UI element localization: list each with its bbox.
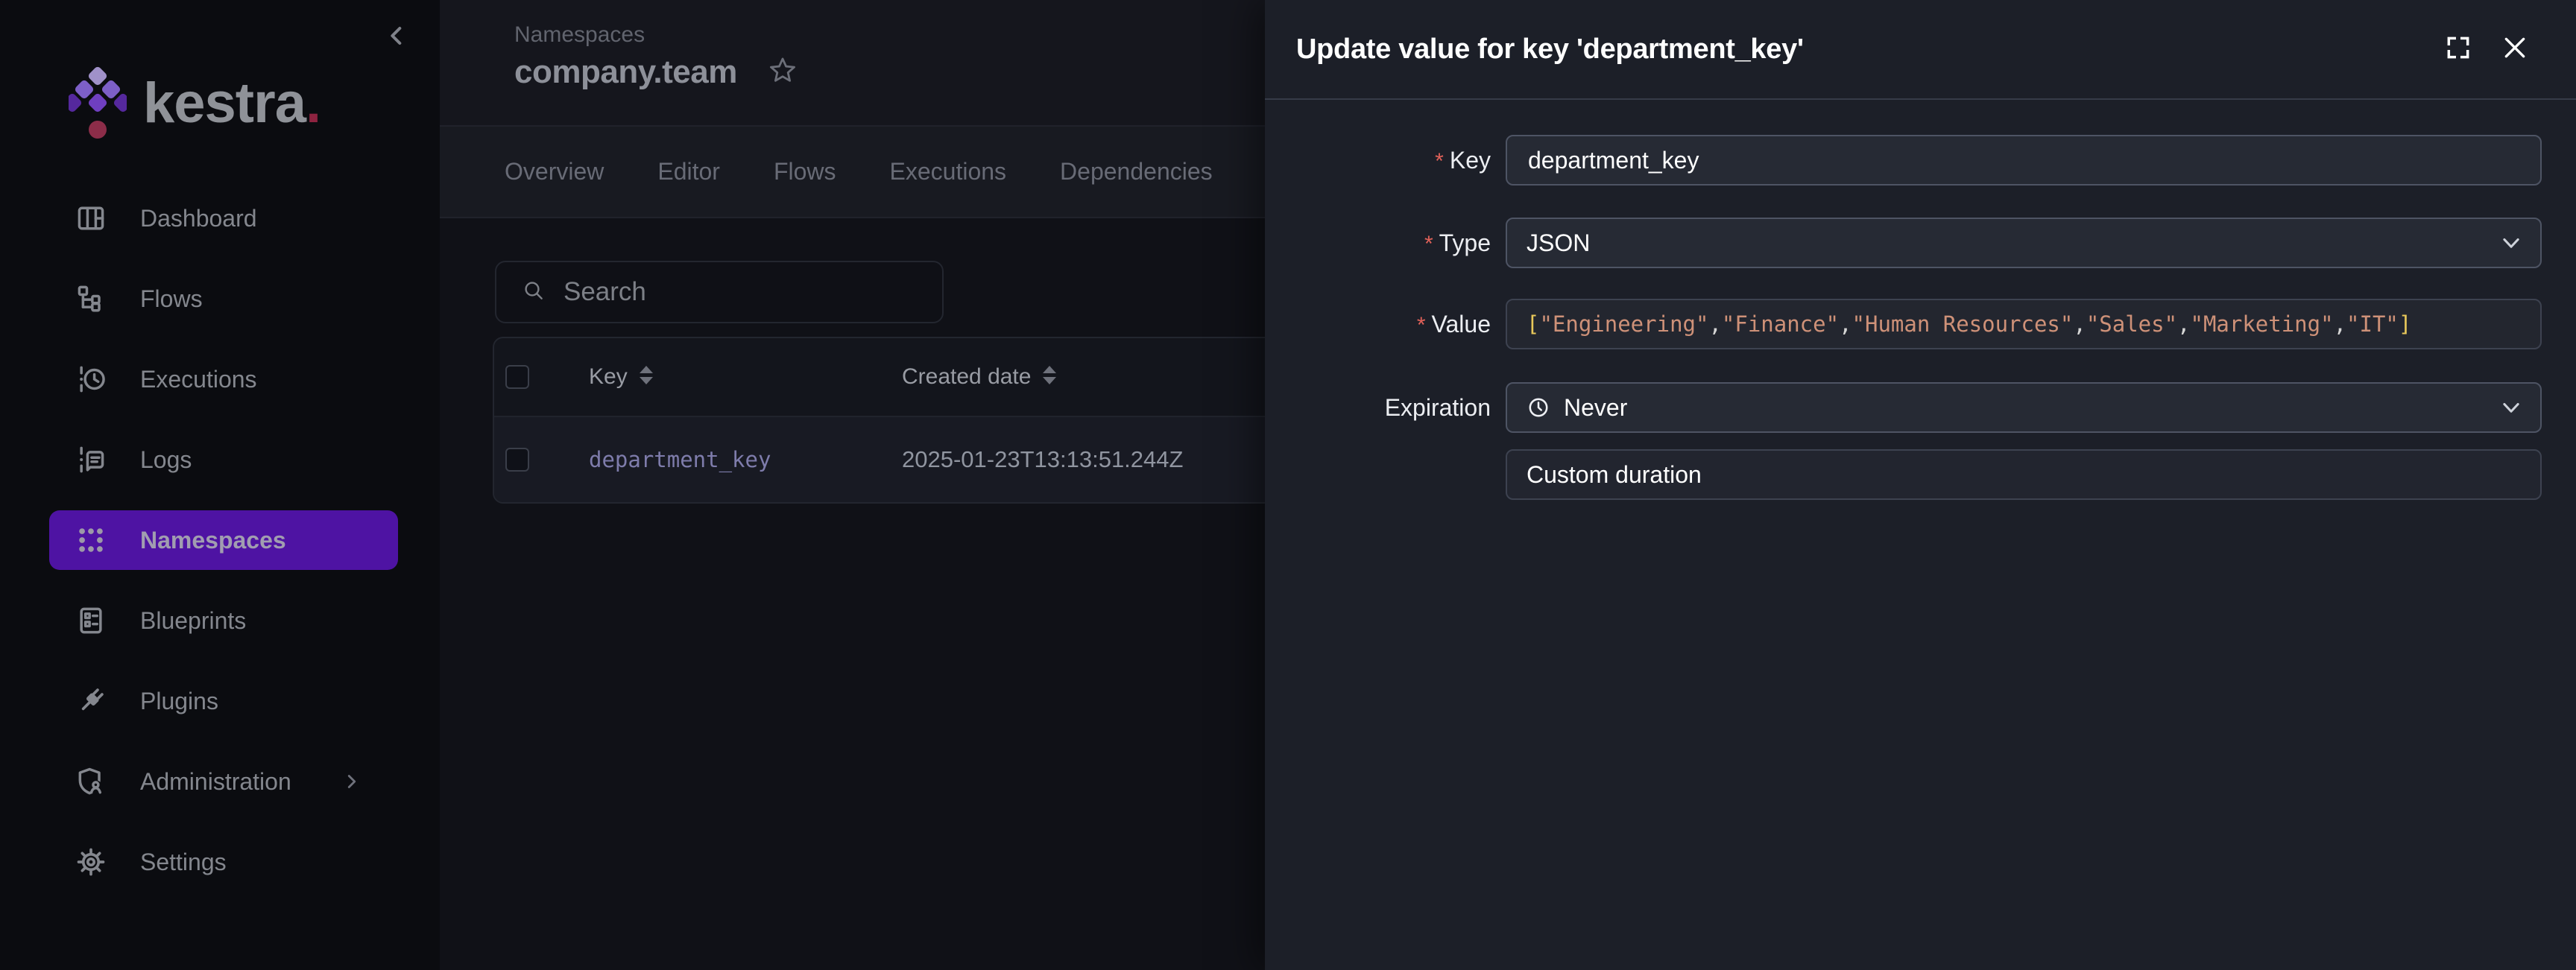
tab-overview[interactable]: Overview [505,158,604,186]
administration-icon [75,765,107,798]
column-header-created-date[interactable]: Created date [902,364,1031,390]
sidebar-item-dashboard[interactable]: Dashboard [49,178,398,259]
sort-icon[interactable] [638,364,654,390]
chevron-down-icon [2498,384,2524,431]
sidebar-item-label: Executions [140,366,257,393]
sidebar-item-logs[interactable]: Logs [49,419,398,500]
update-kv-modal: Update value for key 'department_key' *K… [1265,0,2576,970]
kestra-logo-dot: . [306,75,321,132]
sidebar-item-plugins[interactable]: Plugins [49,661,398,741]
form-row-key: *Key [1265,135,2542,186]
column-header-key[interactable]: Key [589,364,628,390]
namespaces-icon [75,524,107,557]
type-select[interactable]: JSON [1506,218,2542,268]
search-box [495,261,944,323]
kv-key-link[interactable]: department_key [589,447,771,472]
main-content: Namespaces company.team Overview Editor … [440,0,1265,970]
value-field-label: *Value [1265,299,1491,349]
select-all-checkbox[interactable] [505,365,529,389]
sidebar-item-flows[interactable]: Flows [49,259,398,339]
key-field-label: *Key [1265,135,1491,186]
chevron-down-icon [2498,219,2524,267]
kv-table-header: Key Created date [494,338,1265,417]
sidebar-item-label: Namespaces [140,527,286,554]
plugins-icon [75,685,107,717]
value-code-text: ["Engineering","Finance","Human Resource… [1527,311,2411,337]
kv-store-panel: Key Created date depa [440,218,1265,970]
dashboard-icon [75,202,107,235]
expiration-field-label: Expiration [1265,382,1491,433]
fullscreen-button[interactable] [2439,30,2478,69]
chevron-right-icon [341,770,363,793]
clock-icon [1527,396,1550,419]
close-button[interactable] [2496,30,2534,69]
type-select-value: JSON [1527,229,2521,257]
namespace-header: Namespaces company.team [440,0,1265,127]
form-row-type: *Type JSON [1265,218,2542,268]
app-window: kestra. Dashboard Flows [0,0,2576,970]
sidebar-item-label: Administration [140,768,291,796]
breadcrumb: Namespaces [514,22,645,48]
table-row[interactable]: department_key 2025-01-23T13:13:51.244Z [494,417,1265,502]
tab-editor[interactable]: Editor [657,158,720,186]
value-code-input[interactable]: ["Engineering","Finance","Human Resource… [1506,299,2542,349]
namespace-tabbar: Overview Editor Flows Executions Depende… [440,127,1265,218]
expiration-select-value: Never [1564,394,2521,422]
expiration-select[interactable]: Never [1506,382,2542,433]
sidebar-item-label: Flows [140,285,203,313]
form-row-value: *Value ["Engineering","Finance","Human R… [1265,299,2542,349]
kv-table: Key Created date depa [493,337,1265,504]
modal-title: Update value for key 'department_key' [1296,34,2439,66]
blueprints-icon [75,604,107,637]
custom-duration-option[interactable]: Custom duration [1506,449,2542,500]
sidebar-item-label: Plugins [140,688,218,715]
sidebar-item-executions[interactable]: Executions [49,339,398,419]
tab-flows[interactable]: Flows [774,158,836,186]
sidebar: kestra. Dashboard Flows [0,0,440,970]
custom-duration-label: Custom duration [1527,461,2521,489]
row-checkbox[interactable] [505,448,529,472]
required-asterisk: * [1435,149,1444,174]
search-icon [522,279,546,306]
key-input-wrapper [1506,135,2542,186]
form-row-expiration: Expiration Never [1265,382,2542,433]
tab-executions[interactable]: Executions [890,158,1007,186]
close-icon [2500,33,2530,66]
form-row-custom-duration: Custom duration [1265,449,2542,500]
tab-dependencies[interactable]: Dependencies [1060,158,1213,186]
flows-icon [75,282,107,315]
sort-icon[interactable] [1041,364,1058,390]
sidebar-nav: Dashboard Flows Execut [0,178,440,902]
required-asterisk: * [1417,313,1426,337]
sidebar-item-blueprints[interactable]: Blueprints [49,580,398,661]
required-asterisk: * [1424,232,1433,256]
sidebar-item-settings[interactable]: Settings [49,822,398,902]
kv-created-date: 2025-01-23T13:13:51.244Z [902,446,1183,473]
sidebar-item-label: Dashboard [140,205,257,232]
sidebar-item-namespaces[interactable]: Namespaces [49,500,398,580]
type-field-label: *Type [1265,218,1491,268]
kestra-logo-icon [69,66,127,142]
sidebar-item-label: Logs [140,446,192,474]
logs-icon [75,443,107,476]
kestra-logo-text: kestra [143,75,306,132]
modal-header: Update value for key 'department_key' [1265,0,2576,100]
page-title: company.team [514,54,737,91]
sidebar-item-label: Settings [140,849,227,876]
sidebar-item-administration[interactable]: Administration [49,741,398,822]
sidebar-item-label: Blueprints [140,607,246,635]
kestra-logo[interactable]: kestra. [69,66,321,142]
chevron-left-icon [382,21,412,54]
settings-icon [75,846,107,878]
sidebar-collapse-button[interactable] [376,16,418,58]
executions-icon [75,363,107,396]
key-input[interactable] [1527,146,2521,175]
search-input[interactable] [562,276,893,308]
fullscreen-icon [2444,34,2472,66]
favorite-star-icon[interactable] [767,55,798,90]
